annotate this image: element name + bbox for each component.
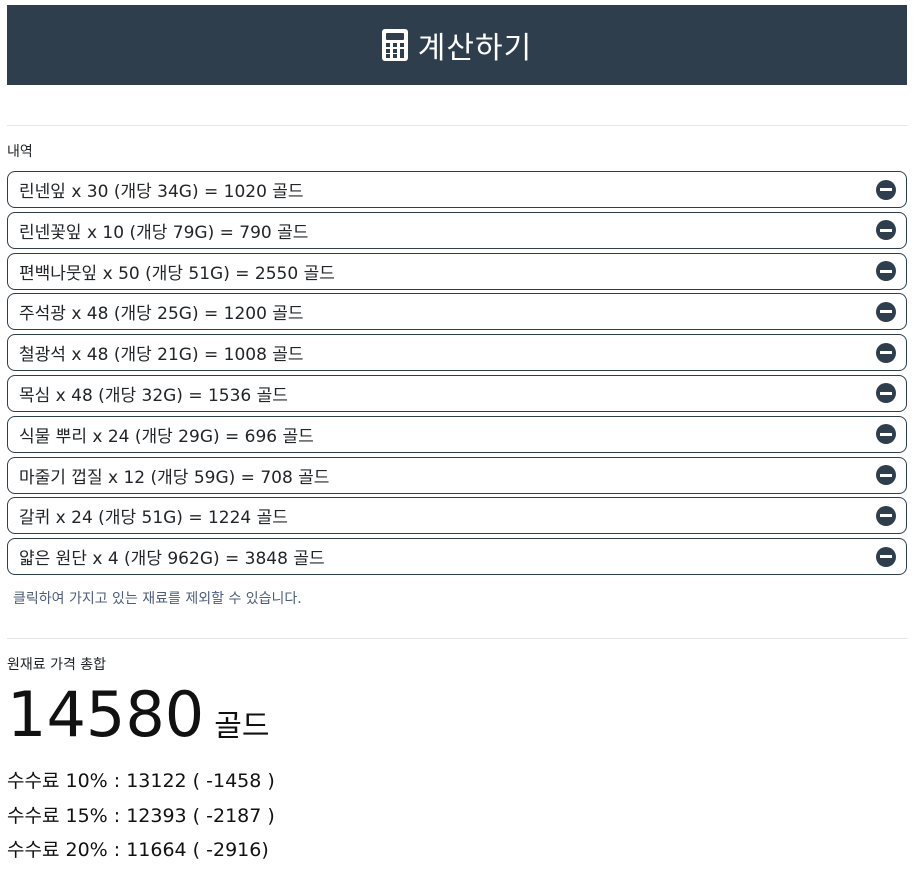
- page-title: 계산하기: [417, 31, 533, 66]
- divider: [7, 125, 907, 126]
- summary-label: 원재료 가격 총합: [7, 657, 107, 673]
- list-item[interactable]: 철광석 x 48 (개당 21G) = 1008 골드: [7, 334, 907, 372]
- remove-icon[interactable]: [876, 261, 896, 282]
- list-item[interactable]: 마줄기 껍질 x 12 (개당 59G) = 708 골드: [7, 456, 907, 494]
- list-item[interactable]: 편백나뭇잎 x 50 (개당 51G) = 2550 골드: [7, 252, 907, 290]
- list-item[interactable]: 린넨잎 x 30 (개당 34G) = 1020 골드: [7, 171, 907, 208]
- total-value: 14580: [7, 678, 205, 751]
- remove-icon[interactable]: [876, 383, 896, 404]
- list-item[interactable]: 목심 x 48 (개당 32G) = 1536 골드: [7, 374, 907, 412]
- hint-text: 클릭하여 가지고 있는 재료를 제외할 수 있습니다.: [13, 591, 302, 607]
- list-item-text: 린넨잎 x 30 (개당 34G) = 1020 골드: [19, 182, 304, 202]
- remove-icon[interactable]: [876, 465, 896, 486]
- remove-icon[interactable]: [876, 220, 896, 241]
- list-item-text: 철광석 x 48 (개당 21G) = 1008 골드: [19, 345, 304, 366]
- fee-15: 수수료 15% : 12393 ( -2187 ): [7, 805, 275, 827]
- list-item[interactable]: 식물 뿌리 x 24 (개당 29G) = 696 골드: [7, 415, 907, 453]
- list-item-text: 편백나뭇잎 x 50 (개당 51G) = 2550 골드: [19, 263, 335, 284]
- list-item-text: 목심 x 48 (개당 32G) = 1536 골드: [19, 385, 288, 406]
- list-item[interactable]: 얇은 원단 x 4 (개당 962G) = 3848 골드: [7, 538, 907, 576]
- remove-icon[interactable]: [876, 301, 896, 322]
- list-item-text: 린넨꽃잎 x 10 (개당 79G) = 790 골드: [19, 222, 309, 243]
- remove-icon[interactable]: [876, 505, 896, 526]
- remove-icon[interactable]: [876, 424, 896, 445]
- list-item[interactable]: 주석광 x 48 (개당 25G) = 1200 골드: [7, 293, 907, 331]
- history-label: 내역: [7, 144, 33, 160]
- page-header: 계산하기: [7, 5, 907, 85]
- total-display: 14580 골드: [7, 680, 269, 750]
- calculator-icon: [381, 29, 408, 61]
- list-item[interactable]: 린넨꽃잎 x 10 (개당 79G) = 790 골드: [7, 211, 907, 249]
- list-item-text: 주석광 x 48 (개당 25G) = 1200 골드: [19, 304, 304, 325]
- fee-20: 수수료 20% : 11664 ( -2916): [7, 839, 269, 861]
- remove-icon[interactable]: [876, 179, 896, 200]
- list-item-text: 마줄기 껍질 x 12 (개당 59G) = 708 골드: [19, 467, 330, 488]
- list-item-text: 식물 뿌리 x 24 (개당 29G) = 696 골드: [19, 426, 314, 447]
- list-item-text: 갈퀴 x 24 (개당 51G) = 1224 골드: [19, 508, 288, 529]
- fee-10: 수수료 10% : 13122 ( -1458 ): [7, 770, 275, 792]
- remove-icon[interactable]: [876, 342, 896, 363]
- history-list: 린넨잎 x 30 (개당 34G) = 1020 골드 린넨꽃잎 x 10 (개…: [7, 171, 907, 579]
- remove-icon[interactable]: [876, 546, 896, 567]
- divider: [7, 638, 907, 639]
- total-unit: 골드: [214, 709, 270, 744]
- list-item-text: 얇은 원단 x 4 (개당 962G) = 3848 골드: [19, 549, 325, 570]
- list-item[interactable]: 갈퀴 x 24 (개당 51G) = 1224 골드: [7, 497, 907, 535]
